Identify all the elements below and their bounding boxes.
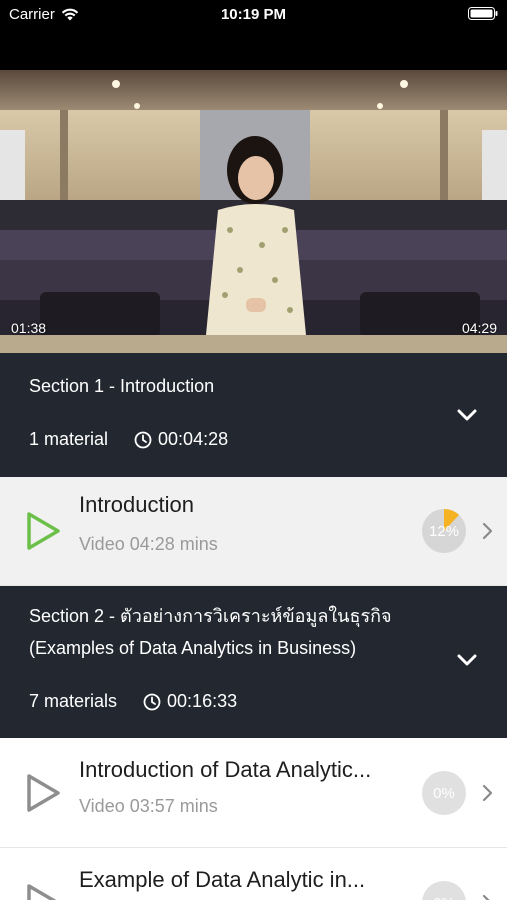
section-2-header[interactable]: Section 2 - ตัวอย่างการวิเคราะห์ข้อมูลใน… [0,586,507,738]
clock-icon [143,693,161,710]
progress-indicator: 0% [421,770,467,816]
material-count: 1 material [29,429,109,449]
chevron-right-icon [482,894,490,900]
section-1-header[interactable]: Section 1 - Introduction 1 material 00:0… [0,353,507,477]
section-duration: 00:16:33 [167,691,238,711]
play-icon [27,512,60,550]
chevron-down-icon[interactable] [457,653,477,667]
video-elapsed-time: 01:38 [11,320,47,336]
clock-icon [134,431,152,448]
play-icon [27,884,57,900]
section-title: Section 2 - ตัวอย่างการวิเคราะห์ข้อมูลใน… [29,606,392,626]
chevron-down-icon[interactable] [457,408,477,422]
lesson-row-introduction-of-data-analytic[interactable]: Introduction of Data Analytic... Video 0… [0,739,507,848]
material-count: 7 materials [29,691,118,711]
video-duration: 04:29 [461,320,497,336]
lesson-title: Example of Data Analytic in... [79,867,366,892]
progress-label: 0% [433,785,455,802]
battery-icon [468,7,498,20]
progress-ring: 0% [422,881,466,900]
section-meta: 1 material 00:04:28 [29,429,228,450]
video-player[interactable] [0,70,507,353]
section-meta: 7 materials 00:16:33 [29,691,237,712]
lesson-row-example-of-data-analytic[interactable]: Example of Data Analytic in... 0% [0,849,507,900]
section-duration: 00:04:28 [158,429,229,449]
section-title: Section 1 - Introduction [29,376,215,396]
chevron-right-icon [482,784,493,802]
play-icon [27,774,60,812]
lesson-title: Introduction of Data Analytic... [79,757,372,782]
lesson-row-introduction[interactable]: Introduction Video 04:28 mins 12% [0,477,507,586]
progress-ring: 12% [422,509,466,553]
progress-label: 0% [433,895,455,900]
status-bar: Carrier 10:19 PM [0,0,507,70]
chevron-right-icon [482,522,493,540]
lesson-subtitle: Video 03:57 mins [79,796,218,816]
status-time: 10:19 PM [220,6,287,23]
progress-indicator: 0% [421,880,467,900]
progress-indicator: 12% [421,508,467,554]
section-subtitle: (Examples of Data Analytics in Business) [29,638,357,658]
video-frame [0,70,507,353]
lesson-title: Introduction [79,492,194,517]
lesson-subtitle: Video 04:28 mins [79,534,218,554]
progress-ring: 0% [422,771,466,815]
progress-label: 12% [429,523,459,540]
